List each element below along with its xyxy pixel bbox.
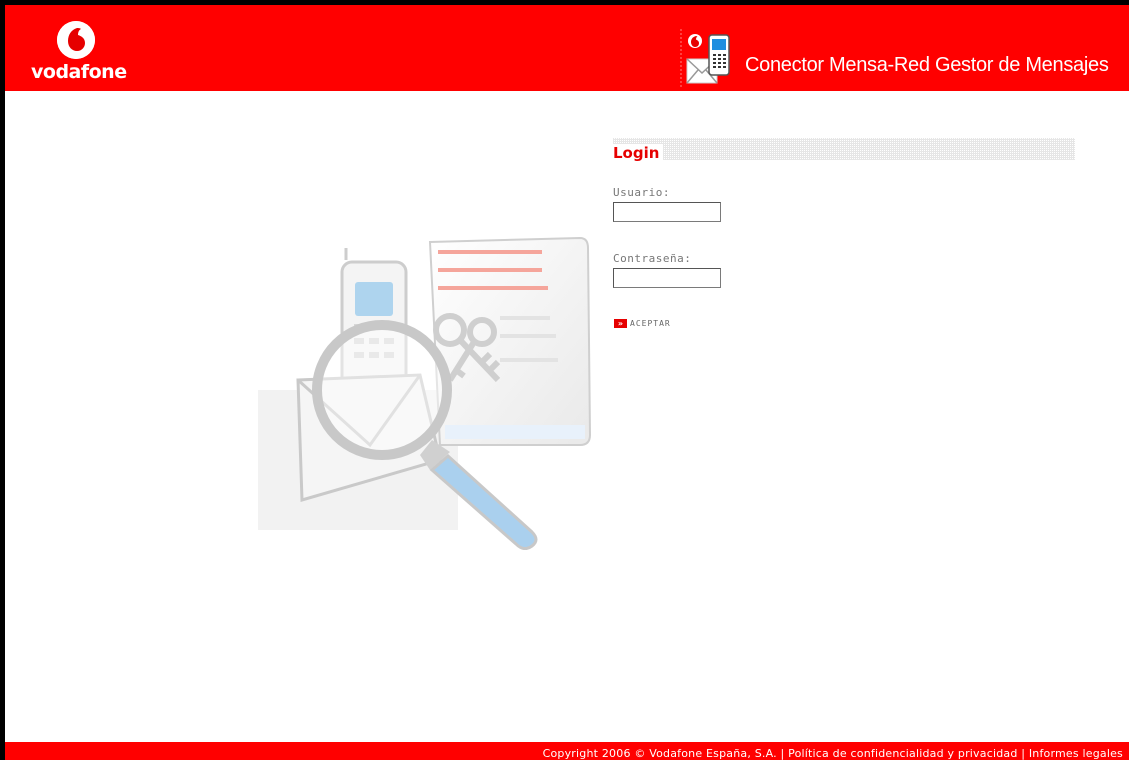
mobile-mail-icon xyxy=(679,29,739,89)
accept-button[interactable]: » ACEPTAR xyxy=(614,319,671,328)
app-title: Conector Mensa-Red Gestor de Mensajes xyxy=(745,54,1109,76)
privacy-policy-link[interactable]: Política de confidencialidad y privacida… xyxy=(788,747,1017,760)
brand-wordmark: vodafone xyxy=(31,61,127,83)
vodafone-logo-icon xyxy=(57,21,95,59)
footer-separator: | xyxy=(776,747,789,760)
copyright-text: Copyright 2006 © Vodafone España, S.A. xyxy=(542,747,777,760)
login-header: Login xyxy=(613,138,1075,162)
vodafone-logo: vodafone xyxy=(31,21,131,89)
header-bar: vodafone Conector Mensa-Red Gestor de Me… xyxy=(5,5,1129,91)
double-chevron-right-icon: » xyxy=(614,319,627,328)
footer-bar: Copyright 2006 © Vodafone España, S.A. |… xyxy=(5,742,1129,760)
username-input[interactable] xyxy=(613,202,721,222)
accept-button-label: ACEPTAR xyxy=(630,319,671,328)
footer-separator: | xyxy=(1017,747,1029,760)
page-frame: vodafone Conector Mensa-Red Gestor de Me… xyxy=(5,5,1129,760)
password-label: Contraseña: xyxy=(613,252,692,265)
legal-notices-link[interactable]: Informes legales xyxy=(1029,747,1123,760)
username-label: Usuario: xyxy=(613,186,670,199)
phone-document-envelope-magnifier-illustration xyxy=(250,230,600,551)
login-title: Login xyxy=(613,144,664,162)
password-input[interactable] xyxy=(613,268,721,288)
footer-links: Copyright 2006 © Vodafone España, S.A. |… xyxy=(543,747,1123,760)
